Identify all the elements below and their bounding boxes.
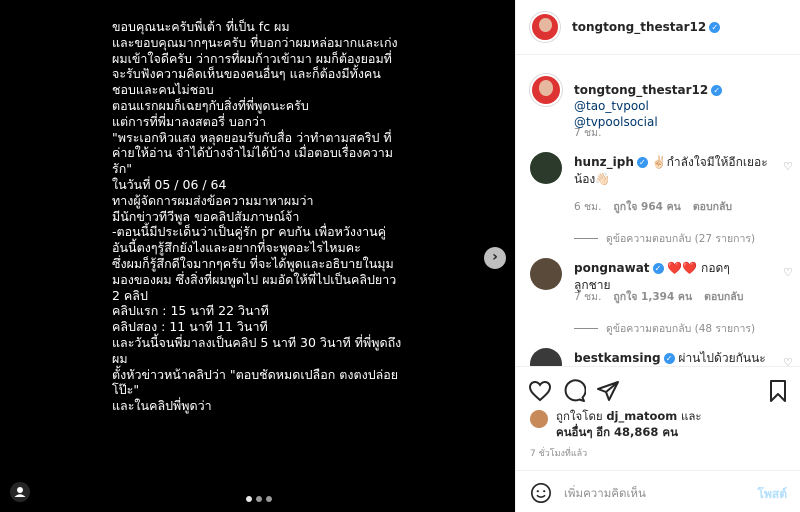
view-replies-button[interactable]: ดูข้อความตอบกลับ (48 รายการ) xyxy=(574,320,755,337)
commenter-avatar[interactable] xyxy=(530,258,562,290)
post-timestamp[interactable]: 7 ชั่วโมงที่แล้ว xyxy=(530,446,587,460)
likes-and: และ xyxy=(680,409,702,423)
comment-input[interactable] xyxy=(564,484,744,502)
emoji-icon[interactable] xyxy=(530,482,552,504)
post-header: tongtong_thestar12 ✓ xyxy=(516,0,800,55)
carousel-dot xyxy=(266,496,272,502)
verified-icon: ✓ xyxy=(711,85,723,96)
comment-text: bestkamsing ✓ ผ่านไปด้วยกันนะ xyxy=(574,350,769,366)
comment-time[interactable]: 6 ชม. xyxy=(574,198,601,215)
replies-divider xyxy=(574,238,598,239)
commenter-avatar[interactable] xyxy=(530,152,562,184)
replies-divider xyxy=(574,328,598,329)
comment-like-icon[interactable]: ♡ xyxy=(783,160,795,173)
chevron-right-icon: › xyxy=(492,249,498,265)
comment-likes[interactable]: ถูกใจ 964 คน xyxy=(613,198,680,215)
heart-icon[interactable] xyxy=(528,379,552,403)
likes-summary: ถูกใจโดย dj_matoom และ คนอื่นๆ อีก 48,86… xyxy=(530,408,795,439)
commenter-username[interactable]: bestkamsing xyxy=(574,351,661,365)
add-comment-bar: โพสต์ xyxy=(516,470,800,512)
verified-icon: ✓ xyxy=(636,157,648,168)
carousel-dot xyxy=(246,496,252,502)
post-media: ขอบคุณนะครับพี่เต้า ที่เป็น fc ผม และขอบ… xyxy=(0,0,515,512)
post-comment-button[interactable]: โพสต์ xyxy=(758,485,787,504)
comment-like-icon[interactable]: ♡ xyxy=(783,266,795,279)
carousel-dot xyxy=(256,496,262,502)
liker-username[interactable]: dj_matoom xyxy=(606,409,677,423)
author-username-text[interactable]: tongtong_thestar12 xyxy=(572,20,706,34)
next-image-button[interactable]: › xyxy=(484,247,506,269)
commenter-avatar[interactable] xyxy=(530,348,562,366)
reply-button[interactable]: ตอบกลับ xyxy=(693,198,732,215)
comment-meta: 6 ชม. ถูกใจ 964 คน ตอบกลับ xyxy=(574,198,732,215)
caption-timestamp[interactable]: 7 ชม. xyxy=(574,124,601,141)
commenter-username[interactable]: hunz_iph xyxy=(574,155,634,169)
view-replies-button[interactable]: ดูข้อความตอบกลับ (27 รายการ) xyxy=(574,230,755,247)
comment-likes[interactable]: ถูกใจ 1,394 คน xyxy=(613,288,692,305)
comment-item: pongnawat ✓ ❤️❤️ กอดๆ ลูกชาย ♡ 7 ชม. ถูกใ… xyxy=(530,258,795,338)
verified-icon: ✓ xyxy=(709,22,721,33)
likes-line-2[interactable]: คนอื่นๆ อีก 48,868 คน xyxy=(556,424,678,442)
liker-avatar[interactable] xyxy=(530,410,548,428)
caption-avatar[interactable] xyxy=(530,74,562,106)
others-label[interactable]: คนอื่นๆ xyxy=(556,425,593,439)
caption-username[interactable]: tongtong_thestar12 xyxy=(574,83,708,97)
view-replies-label[interactable]: ดูข้อความตอบกลับ (27 รายการ) xyxy=(606,230,755,247)
caption-text: tongtong_thestar12 ✓ @tao_tvpool @tvpools… xyxy=(574,82,799,130)
view-replies-label[interactable]: ดูข้อความตอบกลับ (48 รายการ) xyxy=(606,320,755,337)
comment-like-icon[interactable]: ♡ xyxy=(783,356,795,366)
comment-text: hunz_iph ✓ ✌🏻กำลังใจมีให้อีกเยอะน้อง👋🏻 xyxy=(574,154,769,188)
author-username[interactable]: tongtong_thestar12 ✓ xyxy=(572,20,721,34)
action-bar xyxy=(516,366,800,406)
reply-button[interactable]: ตอบกลับ xyxy=(704,288,743,305)
comment-item: bestkamsing ✓ ผ่านไปด้วยกันนะ ♡ xyxy=(530,348,795,366)
comment-meta: 7 ชม. ถูกใจ 1,394 คน ตอบกลับ xyxy=(574,288,743,305)
commenter-username[interactable]: pongnawat xyxy=(574,261,650,275)
mention-link[interactable]: @tao_tvpool xyxy=(574,99,649,113)
comment-body: ผ่านไปด้วยกันนะ xyxy=(678,351,766,365)
post-side-panel: tongtong_thestar12 ✓ tongtong_thestar12 ✓ … xyxy=(515,0,800,512)
verified-icon: ✓ xyxy=(652,263,664,274)
post-image-text: ขอบคุณนะครับพี่เต้า ที่เป็น fc ผม และขอบ… xyxy=(112,19,402,414)
carousel-indicator xyxy=(246,496,272,502)
comment-item: hunz_iph ✓ ✌🏻กำลังใจมีให้อีกเยอะน้อง👋🏻 ♡ … xyxy=(530,152,795,252)
author-avatar[interactable] xyxy=(530,12,560,42)
tagged-users-button[interactable] xyxy=(10,482,30,502)
user-icon xyxy=(10,482,30,502)
likes-prefix: ถูกใจโดย xyxy=(556,409,603,423)
bookmark-icon[interactable] xyxy=(766,379,790,403)
comment-icon[interactable] xyxy=(562,379,586,403)
comment-time[interactable]: 7 ชม. xyxy=(574,288,601,305)
share-icon[interactable] xyxy=(596,379,620,403)
verified-icon: ✓ xyxy=(663,353,675,364)
likes-count[interactable]: อีก 48,868 คน xyxy=(596,425,678,439)
